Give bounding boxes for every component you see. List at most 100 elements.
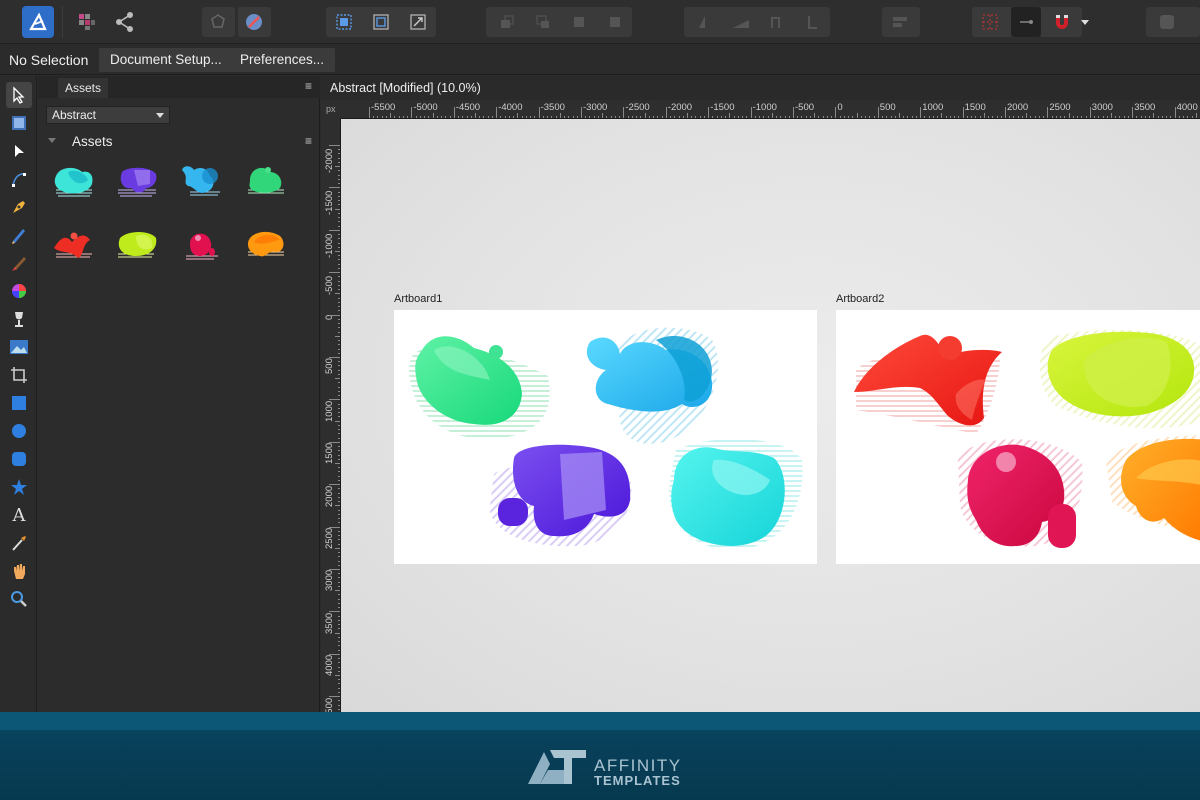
v-ruler-tick bbox=[329, 145, 340, 146]
asset-lime-blob[interactable] bbox=[116, 226, 160, 266]
tools-panel: A bbox=[0, 76, 37, 712]
artboard-2[interactable] bbox=[836, 310, 1200, 564]
fill-tool-icon[interactable] bbox=[6, 278, 32, 304]
asset-category-dropdown[interactable]: Abstract bbox=[46, 106, 170, 124]
star-tool-icon[interactable] bbox=[6, 474, 32, 500]
v-ruler-tick bbox=[329, 569, 340, 570]
affinity-templates-logo-icon bbox=[528, 750, 586, 784]
move-to-front-icon[interactable] bbox=[600, 7, 630, 37]
transform-icon[interactable] bbox=[403, 7, 433, 37]
select-all-icon[interactable] bbox=[329, 7, 359, 37]
brand-subtitle: TEMPLATES bbox=[594, 773, 681, 788]
artistic-text-tool-icon[interactable]: A bbox=[6, 502, 32, 528]
v-ruler-tick bbox=[329, 484, 340, 486]
asset-red-blob[interactable] bbox=[52, 226, 96, 266]
v-ruler-tick bbox=[329, 399, 340, 401]
bounding-box-icon[interactable] bbox=[366, 7, 396, 37]
asset-orange-blob[interactable] bbox=[244, 226, 288, 266]
artboard-label-1[interactable]: Artboard1 bbox=[394, 293, 442, 305]
flip-vertical-icon[interactable] bbox=[726, 7, 756, 37]
artboard-2-artwork bbox=[854, 329, 1200, 548]
h-ruler-tick bbox=[538, 107, 540, 118]
pencil-tool-icon[interactable] bbox=[6, 222, 32, 248]
asset-purple-blob[interactable] bbox=[116, 162, 160, 202]
snapping-magnet-icon[interactable] bbox=[1047, 7, 1077, 37]
place-image-tool-icon[interactable] bbox=[6, 334, 32, 360]
artboard-tool-icon[interactable] bbox=[6, 110, 32, 136]
horizontal-ruler[interactable]: -5500 -5000 -4500 -4000 -3500 -3000 -2500 -2000… bbox=[341, 100, 1200, 119]
v-ruler-tick bbox=[329, 187, 340, 189]
h-ruler-label: -5000 bbox=[413, 102, 438, 113]
snapping-grid-icon[interactable] bbox=[975, 7, 1005, 37]
move-to-back-icon[interactable] bbox=[564, 7, 594, 37]
rectangle-tool-icon[interactable] bbox=[6, 390, 32, 416]
rounded-rectangle-tool-icon[interactable] bbox=[6, 446, 32, 472]
h-ruler-label: 500 bbox=[879, 102, 896, 113]
move-back-icon[interactable] bbox=[492, 7, 522, 37]
flip-horizontal-icon[interactable] bbox=[690, 7, 720, 37]
artboard-1-artwork bbox=[408, 327, 803, 550]
v-ruler-label: -1000 bbox=[324, 233, 335, 258]
vector-brush-tool-icon[interactable] bbox=[6, 250, 32, 276]
document-title-tab[interactable]: Abstract [Modified] (10.0%) bbox=[330, 81, 481, 95]
v-ruler-tick bbox=[329, 314, 340, 316]
main-toolbar bbox=[0, 0, 1200, 44]
ruler-unit[interactable]: px bbox=[321, 100, 341, 119]
h-ruler-tick bbox=[1132, 107, 1134, 118]
subcategory-menu-icon[interactable]: ≡ bbox=[305, 134, 312, 148]
view-tool-icon[interactable] bbox=[6, 558, 32, 584]
asset-subcategory-header[interactable]: Assets ≡ bbox=[38, 131, 320, 153]
export-persona-icon[interactable] bbox=[110, 7, 140, 37]
chevron-down-icon bbox=[156, 113, 164, 118]
asset-green-blob[interactable] bbox=[244, 162, 288, 202]
tab-assets[interactable]: Assets bbox=[58, 78, 109, 98]
v-ruler-tick bbox=[329, 441, 340, 443]
place-button[interactable] bbox=[202, 7, 235, 37]
h-ruler-label: -2000 bbox=[667, 102, 693, 113]
ellipse-tool-icon[interactable] bbox=[6, 418, 32, 444]
h-ruler-label: 0 bbox=[837, 102, 843, 113]
h-ruler-label: -4000 bbox=[498, 102, 523, 113]
rotate-right-icon[interactable] bbox=[798, 7, 828, 37]
brand-footer: AFFINITY TEMPLATES bbox=[0, 712, 1200, 800]
transparency-tool-icon[interactable] bbox=[6, 306, 32, 332]
assistant-icon[interactable] bbox=[238, 7, 271, 37]
artboard-label-2[interactable]: Artboard2 bbox=[836, 293, 884, 305]
v-ruler-label: 4000 bbox=[324, 655, 335, 677]
h-ruler-tick bbox=[496, 107, 498, 118]
zoom-tool-icon[interactable] bbox=[6, 586, 32, 612]
move-tool-icon[interactable] bbox=[6, 82, 32, 108]
move-forward-icon[interactable] bbox=[528, 7, 558, 37]
v-ruler-tick bbox=[329, 272, 340, 274]
color-picker-tool-icon[interactable] bbox=[6, 530, 32, 556]
crop-tool-icon[interactable] bbox=[6, 362, 32, 388]
document-setup-button[interactable]: Document Setup... bbox=[99, 48, 233, 72]
asset-pink-blob[interactable] bbox=[180, 226, 224, 266]
h-ruler-label: -3500 bbox=[540, 102, 565, 113]
panel-menu-icon[interactable]: ≡ bbox=[305, 79, 312, 93]
h-ruler-label: -500 bbox=[795, 102, 815, 113]
toolbar-extra-button[interactable] bbox=[1146, 7, 1200, 37]
asset-blue-blob[interactable] bbox=[180, 162, 224, 202]
pen-tool-icon[interactable] bbox=[6, 194, 32, 220]
snap-to-pixel-icon[interactable] bbox=[1011, 7, 1041, 37]
h-ruler-tick bbox=[665, 107, 667, 118]
asset-teal-blob[interactable] bbox=[52, 162, 96, 202]
h-ruler-label: -2500 bbox=[625, 102, 650, 113]
preferences-button[interactable]: Preferences... bbox=[229, 48, 336, 72]
context-toolbar: No Selection Document Setup... Preferenc… bbox=[0, 45, 1200, 75]
h-ruler-tick bbox=[835, 107, 837, 118]
assets-panel: Assets ≡ Abstract Assets ≡ bbox=[38, 76, 320, 712]
disclosure-triangle-icon bbox=[48, 138, 56, 143]
asset-category-value: Abstract bbox=[52, 108, 97, 122]
vertical-ruler[interactable]: -2000 -1500 -1000 -500 0 500 1000 1500 2000 2500 3… bbox=[321, 119, 341, 712]
canvas[interactable]: Artboard1 Artboard2 bbox=[341, 119, 1200, 712]
point-transform-tool-icon[interactable] bbox=[6, 166, 32, 192]
align-button[interactable] bbox=[882, 7, 920, 37]
node-tool-icon[interactable] bbox=[6, 138, 32, 164]
affinity-designer-logo-icon[interactable] bbox=[22, 6, 54, 38]
pixel-persona-icon[interactable] bbox=[72, 7, 102, 37]
rotate-left-icon[interactable] bbox=[762, 7, 792, 37]
artboard-1[interactable] bbox=[394, 310, 817, 564]
snapping-dropdown-icon[interactable] bbox=[1078, 7, 1092, 37]
